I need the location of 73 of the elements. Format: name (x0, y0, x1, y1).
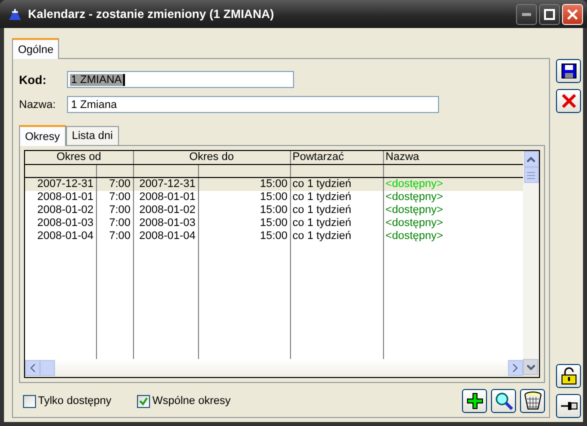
checkbox-label: Tylko dostępny (38, 395, 112, 407)
maximize-icon (544, 8, 555, 20)
search-button[interactable] (491, 389, 516, 413)
table-cell: co 1 tydzień (290, 178, 384, 191)
pin-icon (560, 400, 578, 412)
table-cell: 15:00 (198, 204, 290, 217)
tab[interactable]: Lista dni (66, 126, 119, 145)
table-cell: co 1 tydzień (290, 204, 384, 217)
table-cell: co 1 tydzień (290, 230, 384, 243)
table-cell: 7:00 (96, 191, 134, 204)
scroll-down-button[interactable] (523, 359, 538, 375)
cancel-button[interactable] (556, 89, 581, 113)
column-header[interactable]: Nazwa (383, 151, 523, 164)
column-header[interactable]: Okres do (133, 151, 290, 164)
table-cell: co 1 tydzień (290, 217, 384, 230)
padlock-icon (560, 367, 576, 385)
column-header[interactable]: Okres od (25, 151, 134, 164)
table-cell: <dostępny> (383, 178, 523, 191)
field-label: Nazwa: (19, 98, 57, 110)
table-cell: 2008-01-02 (133, 204, 198, 217)
table-cell: 7:00 (96, 204, 134, 217)
scroll-left-button[interactable] (25, 360, 40, 376)
horizontal-scrollbar[interactable] (25, 359, 523, 377)
pin-button[interactable] (556, 394, 581, 418)
scroll-up-button[interactable] (524, 151, 538, 167)
checkmark-icon (139, 396, 148, 406)
close-icon (567, 8, 578, 20)
padlock-button[interactable] (556, 364, 581, 388)
save-button[interactable] (556, 59, 581, 83)
table-cell: 2007-12-31 (133, 178, 198, 191)
checkbox[interactable] (23, 394, 36, 408)
column-header[interactable]: Powtarzać (290, 151, 384, 164)
window-title: Kalendarz - zostanie zmieniony (1 ZMIANA) (28, 7, 276, 21)
tab[interactable]: Ogólne (12, 38, 60, 59)
table-cell: 2008-01-01 (25, 191, 96, 204)
vertical-scrollbar[interactable] (523, 151, 539, 359)
table-cell: 2008-01-03 (133, 217, 198, 230)
minimize-icon (522, 12, 531, 16)
field-label: Kod: (19, 72, 48, 86)
checkbox-label: Wspólne okresy (152, 395, 231, 407)
table-cell: co 1 tydzień (290, 191, 384, 204)
scroll-right-button[interactable] (508, 360, 523, 376)
checkbox[interactable] (137, 394, 150, 408)
table-cell: 2008-01-04 (133, 230, 198, 243)
grip-icon (527, 172, 535, 178)
maximize-button[interactable] (539, 4, 560, 24)
text-field[interactable]: 1 Zmiana (67, 96, 439, 113)
close-button[interactable] (562, 4, 583, 24)
table-cell: 2008-01-03 (25, 217, 96, 230)
add-button[interactable] (462, 389, 487, 413)
table-cell: 15:00 (198, 178, 290, 191)
table-cell: 15:00 (198, 191, 290, 204)
trash-basket-button[interactable] (520, 389, 545, 413)
table-cell: 7:00 (96, 178, 134, 191)
table-cell: 2007-12-31 (25, 178, 96, 191)
scroll-thumb[interactable] (40, 360, 55, 376)
text-field[interactable]: 1 ZMIANA (67, 71, 294, 88)
minimize-button[interactable] (516, 4, 537, 24)
basket-icon (522, 391, 542, 411)
search-icon (494, 392, 512, 410)
table-cell: 7:00 (96, 230, 134, 243)
table-cell: 15:00 (198, 217, 290, 230)
cross-icon (560, 93, 576, 109)
table-cell: 2008-01-02 (25, 204, 96, 217)
plus-icon (466, 392, 484, 410)
table-cell: 2008-01-01 (133, 191, 198, 204)
tab[interactable]: Okresy (19, 125, 66, 146)
table-cell: 15:00 (198, 230, 290, 243)
table-row[interactable]: 2007-12-31 7:00 2007-12-31 15:00 co 1 tydzień <dostępny> (25, 178, 523, 191)
app-icon (8, 7, 22, 21)
table-cell: 2008-01-04 (25, 230, 96, 243)
table-cell: 7:00 (96, 217, 134, 230)
scroll-thumb[interactable] (524, 167, 538, 183)
